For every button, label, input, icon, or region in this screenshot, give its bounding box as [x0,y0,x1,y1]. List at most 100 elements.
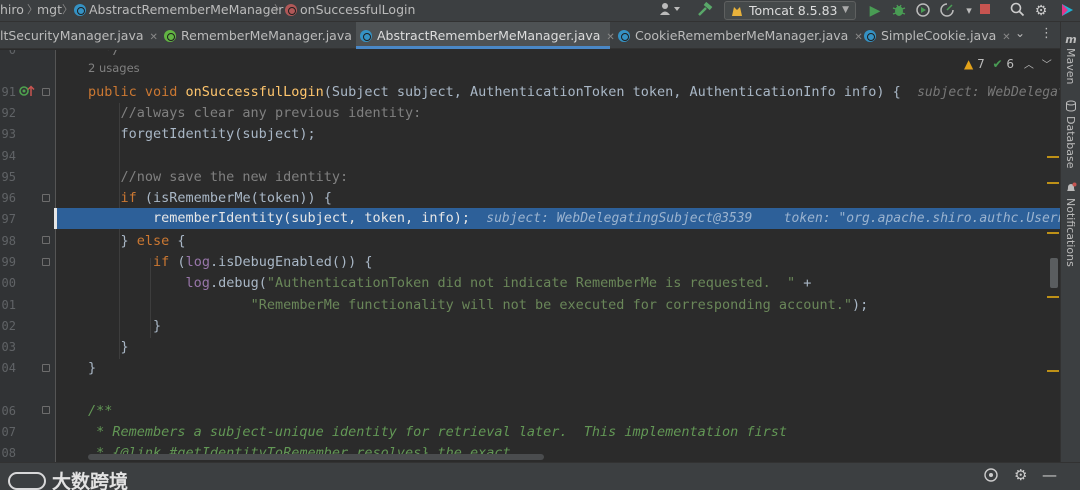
run-icon[interactable]: ▶ [866,2,884,20]
tab-cookie-remember-me-manager[interactable]: CookieRememberMeManager.java ✕ [614,22,863,49]
search-icon[interactable] [1008,2,1026,20]
tab-label: CookieRememberMeManager.java [635,28,849,43]
ok-count: 6 [1006,57,1015,71]
status-bar: ⚙ — [0,462,1080,490]
run-configuration-label: Tomcat 8.5.83 [749,3,838,18]
fold-toggle-icon[interactable] [42,258,50,266]
editor-gutter[interactable]: '0 91 92 93 94 95 96 97 98 99 00 01 02 0… [0,50,56,462]
code-line-100: log.debug("AuthenticationToken did not i… [185,275,812,291]
gear-icon[interactable]: ⚙ [1032,2,1050,20]
vertical-scrollbar-thumb[interactable] [1050,258,1058,288]
fold-toggle-icon[interactable] [42,406,50,414]
breadcrumb-class-label: AbstractRememberMeManager [89,2,284,17]
inspections-widget[interactable]: ▲ 7 ✔ 6 ︿ ﹀ [964,56,1052,71]
fold-toggle-icon[interactable] [42,88,50,96]
code-line-96: if (isRememberMe(token)) { [120,190,332,206]
profile-icon[interactable] [938,2,956,20]
code-line-99: if (log.isDebugEnabled()) { [153,254,373,270]
line-number: 97 [1,212,16,226]
line-number: 92 [1,106,16,120]
debug-icon[interactable] [890,2,908,20]
fold-toggle-icon[interactable] [42,236,50,244]
method-icon [285,4,297,16]
debugger-inline-value: subject: WebDelegatingSubject@3539 [917,85,1060,100]
tab-simple-cookie[interactable]: SimpleCookie.java ✕ [860,22,1011,49]
database-icon[interactable] [1065,100,1077,112]
minimize-icon[interactable]: — [1042,466,1057,484]
line-number: 94 [1,149,16,163]
fold-toggle-icon[interactable] [42,364,50,372]
notifications-tool-button[interactable]: Notifications [1064,198,1077,267]
line-number: 91 [1,85,16,99]
tab-default-security-manager[interactable]: ltSecurityManager.java ✕ [0,22,158,49]
error-stripe-mark[interactable] [1047,182,1059,184]
chevron-down-icon: ▼ [842,5,849,15]
class-icon [360,30,372,42]
breadcrumb-class[interactable]: AbstractRememberMeManager [74,0,283,22]
tab-label: AbstractRememberMeManager.java [377,28,601,43]
breadcrumb-package[interactable]: mgt [37,0,62,22]
code-editor[interactable]: '0 91 92 93 94 95 96 97 98 99 00 01 02 0… [0,50,1060,462]
tomcat-icon [732,7,742,16]
code-line-92: //always clear any previous identity: [120,105,422,121]
stop-icon[interactable] [976,2,994,20]
tab-abstract-remember-me-manager[interactable]: AbstractRememberMeManager.java ✕ [356,22,615,49]
globe-icon[interactable] [983,467,999,487]
code-line-106: /** [88,403,113,419]
maven-tool-button[interactable]: Maven [1064,48,1077,84]
line-number: 95 [1,170,16,184]
class-icon [864,30,876,42]
class-icon [618,30,630,42]
tab-label: SimpleCookie.java [881,28,997,43]
line-number: 00 [1,276,16,290]
run-with-coverage-icon[interactable] [914,2,932,20]
line-number: 07 [1,425,16,439]
editor-tab-bar: ltSecurityManager.java ✕ RememberMeManage… [0,22,1060,49]
build-hammer-icon[interactable] [696,1,714,20]
close-icon[interactable]: ✕ [1002,32,1010,43]
plugin-logo-icon[interactable] [1058,2,1076,20]
user-icon[interactable] [656,2,684,20]
error-stripe-mark[interactable] [1047,232,1059,234]
tab-remember-me-manager[interactable]: RememberMeManager.java✕ [160,22,366,49]
chevron-down-icon[interactable]: ﹀ [1042,60,1052,71]
gear-icon[interactable]: ⚙ [1014,466,1027,484]
watermark: 大数跨境 [8,467,128,490]
fold-toggle-icon[interactable] [42,194,50,202]
database-tool-button[interactable]: Database [1064,116,1077,169]
horizontal-scrollbar-thumb[interactable] [88,454,544,460]
code-line-107: * Remembers a subject-unique identity fo… [88,424,787,440]
error-stripe-mark[interactable] [1047,370,1059,372]
line-number: 04 [1,361,16,375]
line-number: '0 [1,50,16,57]
code-vision-usages[interactable]: 2 usages [88,61,140,75]
chevron-up-icon[interactable]: ︿ [1024,60,1034,71]
caret-marker [54,208,57,229]
code-line-93: forgetIdentity(subject); [120,126,316,142]
check-icon: ✔ [992,57,1003,71]
tab-label: RememberMeManager.java [181,28,352,43]
tab-list-chevron-icon[interactable]: ⌄ [1015,26,1025,40]
breadcrumb-method-label: onSuccessfulLogin [300,2,416,17]
line-number: 96 [1,191,16,205]
class-icon [74,4,86,16]
line-number: 02 [1,319,16,333]
error-stripe-mark[interactable] [1047,156,1059,158]
error-stripe-mark[interactable] [1047,296,1059,298]
more-options-icon[interactable]: ⋮ [1040,26,1053,41]
debugger-inline-value: subject: WebDelegatingSubject@3539 token… [486,211,1060,226]
implements-method-icon[interactable] [19,84,35,98]
interface-icon [164,30,176,42]
breadcrumb-module[interactable]: hiro [0,0,24,22]
maven-icon[interactable]: m [1065,34,1077,46]
breadcrumb-separator-icon: 〉 [274,3,285,16]
code-line-95: //now save the new identity: [120,169,349,185]
close-icon[interactable]: ✕ [150,32,158,43]
watermark-text: 大数跨境 [52,471,129,490]
code-line-98: } else { [120,233,186,249]
breadcrumb-method[interactable]: onSuccessfulLogin [285,0,415,22]
execution-point-line: rememberIdentity(subject, token, info); … [56,208,1060,229]
bell-icon[interactable] [1065,182,1077,194]
run-configuration-selector[interactable]: Tomcat 8.5.83 ▼ [724,1,856,20]
watermark-logo [8,472,46,490]
